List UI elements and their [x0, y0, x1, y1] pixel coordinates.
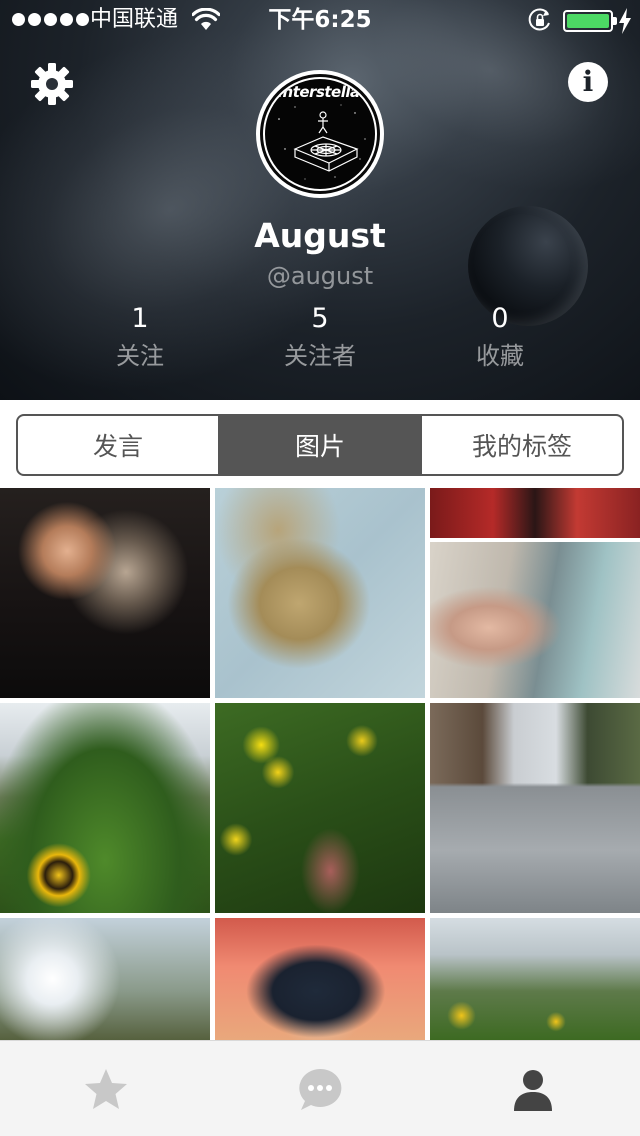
star-icon[interactable]	[83, 1067, 129, 1113]
segment-posts[interactable]: 发言	[18, 416, 218, 474]
tab-bar	[0, 1040, 640, 1136]
photo-thumbnail[interactable]	[215, 703, 425, 913]
battery-fill	[567, 14, 609, 28]
stat-favorites-label: 收藏	[476, 342, 524, 370]
stat-followers-label: 关注者	[284, 342, 356, 370]
photo-thumbnail[interactable]	[215, 488, 425, 698]
status-bar: 中国联通 下午6:25	[0, 0, 640, 40]
profile-header: 中国联通 下午6:25 i Interstellar August @augus…	[0, 0, 640, 400]
photo-grid	[0, 486, 640, 1046]
stat-followers-count: 5	[311, 303, 329, 334]
stat-favorites-count: 0	[491, 303, 509, 334]
orientation-lock-icon	[528, 8, 550, 31]
astronaut-wormhole-icon	[278, 104, 366, 180]
profile-name: August	[254, 216, 386, 255]
photo-thumbnail[interactable]	[0, 918, 210, 1040]
chat-bubble-icon[interactable]	[297, 1067, 343, 1113]
battery-icon	[563, 10, 617, 32]
segmented-control: 发言 图片 我的标签	[16, 414, 624, 476]
stat-following-count: 1	[131, 303, 149, 334]
avatar-image: Interstellar	[263, 77, 377, 191]
photo-thumbnail[interactable]	[430, 542, 640, 698]
stat-favorites[interactable]: 0 收藏	[410, 300, 590, 374]
stat-following-label: 关注	[116, 342, 164, 370]
segment-photos[interactable]: 图片	[218, 416, 420, 474]
photo-thumbnail[interactable]	[215, 918, 425, 1040]
gear-icon[interactable]	[30, 62, 74, 106]
stat-following[interactable]: 1 关注	[50, 300, 230, 374]
photo-thumbnail[interactable]	[430, 703, 640, 913]
info-icon[interactable]: i	[568, 62, 608, 102]
stat-followers[interactable]: 5 关注者	[230, 300, 410, 374]
charging-icon	[619, 8, 631, 34]
avatar[interactable]: Interstellar	[256, 70, 384, 198]
segment-my-tags[interactable]: 我的标签	[420, 416, 622, 474]
photo-thumbnail[interactable]	[430, 488, 640, 538]
person-icon[interactable]	[510, 1067, 556, 1113]
photo-thumbnail[interactable]	[430, 918, 640, 1040]
profile-screen: 中国联通 下午6:25 i Interstellar August @augus…	[0, 0, 640, 1136]
profile-handle: @august	[266, 262, 374, 290]
photo-thumbnail[interactable]	[0, 488, 210, 698]
photo-thumbnail[interactable]	[0, 703, 210, 913]
